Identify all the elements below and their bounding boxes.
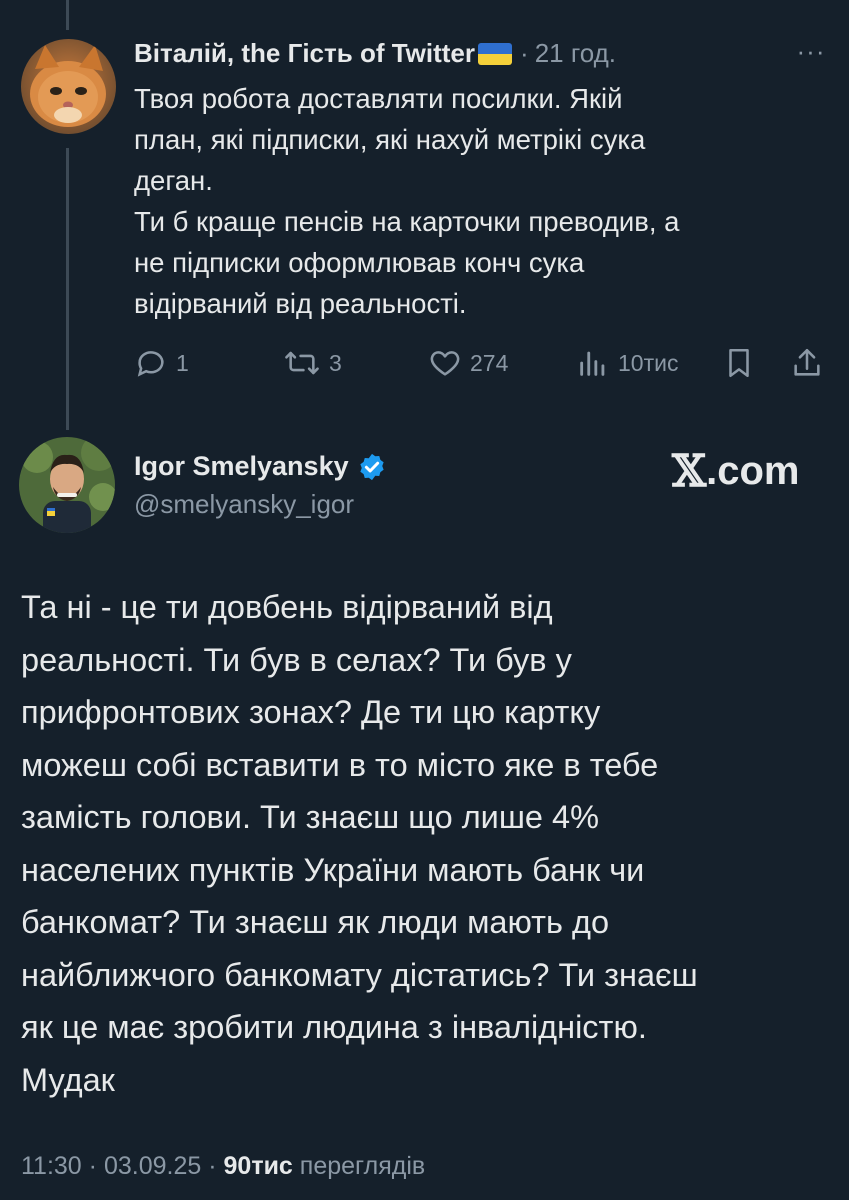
repost-button[interactable]: 3	[283, 340, 342, 386]
reply-action-bar: 1 3 274 10тис	[0, 340, 849, 388]
like-button[interactable]: 274	[428, 340, 508, 386]
main-text-line: банкомат? Ти знаєш як люди мають до	[21, 904, 610, 940]
x-watermark: 𝕏 .com	[672, 446, 800, 497]
thread-line	[66, 0, 69, 30]
more-options-icon[interactable]: ···	[791, 36, 831, 66]
main-text-line: населених пунктів України мають банк чи	[21, 851, 645, 888]
reply-text-line: Твоя робота доставляти посилки. Якій	[134, 83, 623, 114]
main-tweet-text: Та ні - це ти довбень відірваний від реа…	[21, 581, 831, 1106]
x-logo-icon: 𝕏	[672, 446, 707, 497]
share-icon	[794, 348, 820, 376]
separator-dot: ·	[88, 1152, 104, 1180]
reply-text: Твоя робота доставляти посилки. Якій пла…	[134, 78, 824, 324]
repost-icon	[285, 351, 319, 375]
main-text-line: можеш собі вставити в то місто яке в теб…	[21, 746, 659, 783]
tweet-views-label: переглядів	[299, 1152, 426, 1180]
reply-count: 1	[176, 349, 189, 376]
verified-badge-icon	[359, 453, 384, 480]
tweet-views-count: 90тис	[223, 1152, 293, 1180]
main-author-avatar[interactable]	[19, 437, 115, 533]
main-text-line: найближчого банкомату дістатись? Ти знає…	[21, 956, 698, 993]
reply-timestamp[interactable]: 21 год.	[535, 38, 616, 69]
separator-dot: ·	[208, 1152, 224, 1180]
main-author-handle[interactable]: @smelyansky_igor	[134, 489, 354, 520]
views-button[interactable]: 10тис	[576, 340, 678, 386]
tweet-date[interactable]: 03.09.25	[104, 1152, 201, 1180]
reply-text-line: відірваний від реальності.	[134, 288, 467, 319]
repost-count: 3	[329, 349, 342, 376]
like-count: 274	[470, 349, 509, 376]
separator-dot: ·	[520, 38, 529, 68]
reply-button[interactable]: 1	[134, 340, 189, 386]
main-text-line: замість голови. Ти знаєш що лише 4%	[21, 799, 599, 835]
main-text-line: реальності. Ти був в селах? Ти був у	[21, 641, 572, 678]
reply-author-name[interactable]: Віталій, the Гість of Twitter	[134, 38, 475, 69]
tweet-meta: 11:30 · 03.09.25 · 90тис переглядів	[21, 1152, 425, 1181]
main-text-line: Та ні - це ти довбень відірваний від	[21, 589, 553, 625]
ukraine-flag-icon	[478, 42, 513, 65]
share-button[interactable]	[790, 340, 824, 386]
main-author-row: Igor Smelyansky	[134, 451, 387, 482]
reply-text-line: Ти б краще пенсів на карточки преводив, …	[134, 206, 680, 237]
reply-text-line: план, які підписки, які нахуй метрікі су…	[134, 124, 646, 155]
bookmark-button[interactable]	[722, 340, 756, 386]
views-count: 10тис	[618, 349, 679, 376]
reply-text-line: не підписки оформлював конч сука	[134, 247, 585, 278]
x-watermark-text: .com	[706, 449, 800, 493]
tweet-page: Віталій, the Гість of Twitter · 21 год. …	[0, 0, 849, 1200]
bar-chart-icon	[580, 351, 605, 376]
reply-header: Віталій, the Гість of Twitter · 21 год.	[134, 38, 616, 69]
reply-author-avatar[interactable]	[21, 39, 116, 134]
tweet-time[interactable]: 11:30	[21, 1152, 82, 1180]
main-author-name[interactable]: Igor Smelyansky	[134, 451, 349, 482]
main-text-line: прифронтових зонах? Де ти цю картку	[21, 694, 601, 730]
bookmark-icon	[729, 348, 749, 378]
heart-icon	[430, 351, 460, 376]
comment-icon	[137, 351, 164, 377]
main-text-line: Мудак	[21, 1061, 115, 1098]
reply-text-line: деган.	[134, 165, 213, 196]
main-text-line: як це має зробити людина з інвалідністю.	[21, 1009, 647, 1045]
